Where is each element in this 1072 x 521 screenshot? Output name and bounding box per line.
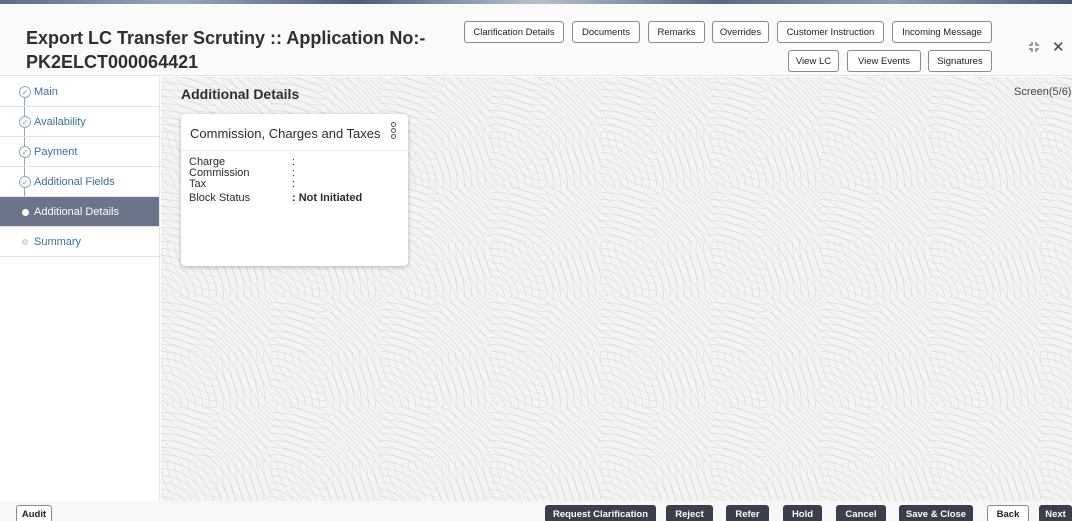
cancel-button[interactable]: Cancel [836,505,886,521]
refer-button[interactable]: Refer [726,505,769,521]
view-events-button[interactable]: View Events [847,50,921,72]
card-title: Commission, Charges and Taxes [190,126,381,141]
documents-button[interactable]: Documents [572,21,640,43]
kebab-menu-icon[interactable] [391,122,397,139]
page-header: Export LC Transfer Scrutiny :: Applicati… [0,4,1072,76]
sidebar-item-label: Payment [34,145,78,158]
page-title: Export LC Transfer Scrutiny :: Applicati… [26,26,446,74]
sidebar-item-label: Additional Details [34,205,119,218]
main-content: Additional Details Screen(5/6) Commissio… [161,77,1072,501]
check-icon: ✓ [19,176,31,188]
pending-step-icon [22,239,28,245]
block-status-row: Block Status : Not Initiated [189,193,362,204]
sidebar-item-additional-fields[interactable]: ✓ Additional Fields [0,167,159,197]
check-icon: ✓ [19,116,31,128]
page-title-line1: Export LC Transfer Scrutiny :: Applicati… [26,28,426,48]
sidebar-item-additional-details[interactable]: Additional Details [0,197,159,227]
check-icon: ✓ [19,86,31,98]
sidebar-item-availability[interactable]: ✓ Availability [0,107,159,137]
sidebar-item-payment[interactable]: ✓ Payment [0,137,159,167]
tax-value: : [292,178,296,190]
tax-row: Tax: [189,179,295,190]
sidebar-item-label: Additional Fields [34,175,115,188]
view-lc-button[interactable]: View LC [788,50,839,72]
block-status-value: : Not Initiated [292,192,363,204]
incoming-message-button[interactable]: Incoming Message [892,21,992,43]
reject-button[interactable]: Reject [666,505,713,521]
block-status-label: Block Status [189,192,251,204]
signatures-button[interactable]: Signatures [928,50,992,72]
minimize-icon[interactable] [1028,40,1040,56]
sidebar-item-summary[interactable]: Summary [0,227,159,257]
current-step-icon [22,209,29,216]
page-title-line2: PK2ELCT000064421 [26,52,199,72]
close-icon[interactable]: ✕ [1052,38,1065,56]
sidebar-item-label: Main [34,85,58,98]
screen-count: Screen(5/6) [1014,86,1072,98]
save-and-close-button[interactable]: Save & Close [899,505,973,521]
sidebar-item-main[interactable]: ✓ Main [0,77,159,107]
sidebar-item-label: Availability [34,115,86,128]
sidebar-item-label: Summary [34,235,82,248]
overrides-button[interactable]: Overrides [712,21,769,43]
sidebar-nav: ✓ Main ✓ Availability ✓ Payment ✓ Additi… [0,77,160,501]
tax-label: Tax [189,178,207,190]
next-button[interactable]: Next [1039,505,1072,521]
commission-charges-taxes-card: Commission, Charges and Taxes Charge: Co… [181,114,408,266]
remarks-button[interactable]: Remarks [648,21,705,43]
section-title: Additional Details [181,86,300,102]
back-button[interactable]: Back [987,505,1029,521]
card-divider [181,150,408,151]
customer-instruction-button[interactable]: Customer Instruction [777,21,884,43]
hold-button[interactable]: Hold [783,505,822,521]
check-icon: ✓ [19,146,31,158]
request-clarification-button[interactable]: Request Clarification [545,505,656,521]
audit-button[interactable]: Audit [16,505,52,521]
clarification-details-button[interactable]: Clarification Details [464,21,564,43]
